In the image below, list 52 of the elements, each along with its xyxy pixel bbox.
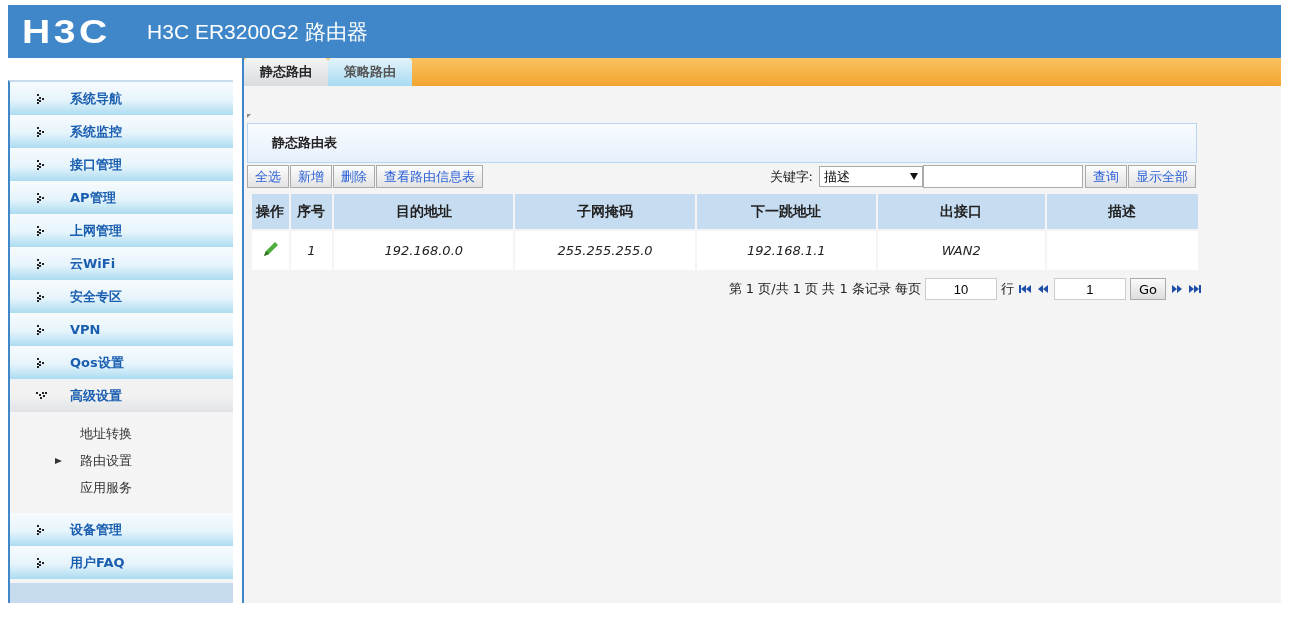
toolbar-button[interactable]: 查看路由信息表	[376, 165, 483, 188]
sidebar-item[interactable]: 接口管理	[10, 148, 233, 181]
edit-icon	[261, 241, 279, 257]
expanded-arrow-icon	[36, 390, 50, 401]
table-cell: WAN2	[877, 231, 1045, 270]
sidebar-item[interactable]: 设备管理	[10, 513, 233, 546]
sidebar-item[interactable]: AP管理	[10, 181, 233, 214]
corner-mark-icon	[247, 114, 251, 118]
submenu-item[interactable]: 应用服务	[10, 474, 233, 501]
panel-title: 静态路由表	[272, 134, 337, 152]
first-page-icon[interactable]	[1017, 284, 1032, 294]
table-cell: 192.168.1.1	[696, 231, 876, 270]
rows-label: 行	[1000, 280, 1014, 298]
sidebar-item[interactable]: 安全专区	[10, 280, 233, 313]
column-header: 描述	[1046, 194, 1198, 229]
column-header: 操作	[252, 194, 289, 229]
table-cell: 255.255.255.0	[515, 231, 695, 270]
sidebar-item[interactable]: 云WiFi	[10, 247, 233, 280]
column-header: 子网掩码	[515, 194, 695, 229]
tab[interactable]: 策略路由	[328, 58, 412, 86]
column-header: 下一跳地址	[696, 194, 876, 229]
table-cell: 192.168.0.0	[334, 231, 514, 270]
keyword-label: 关键字:	[769, 167, 813, 186]
page-summary: 第 1 页/共 1 页 共 1 条记录 每页	[728, 280, 921, 298]
column-header: 目的地址	[334, 194, 514, 229]
sidebar-item[interactable]: VPN	[10, 313, 233, 346]
caret-icon	[910, 173, 918, 180]
last-page-icon[interactable]	[1188, 284, 1202, 294]
tab[interactable]: 静态路由	[244, 58, 328, 86]
search-field[interactable]	[923, 165, 1083, 188]
rows-per-page-field[interactable]: 10	[924, 278, 997, 300]
column-header: 出接口	[877, 194, 1045, 229]
toolbar-button[interactable]: 全选	[247, 165, 289, 188]
sidebar-item[interactable]: 用户FAQ	[10, 546, 233, 579]
table-cell: 1	[290, 231, 333, 270]
sidebar-item[interactable]: 系统监控	[10, 115, 233, 148]
page-number-field[interactable]: 1	[1053, 278, 1126, 300]
sidebar-item[interactable]: Qos设置	[10, 346, 233, 379]
app-title: H3C ER3200G2 路由器	[147, 18, 368, 45]
sidebar-item[interactable]: 系统导航	[10, 82, 233, 115]
submenu-item[interactable]: 地址转换	[10, 420, 233, 447]
next-page-icon[interactable]	[1170, 284, 1184, 294]
search-button[interactable]: 查询	[1085, 165, 1127, 188]
column-header: 序号	[290, 194, 333, 229]
logo: H3C	[22, 12, 111, 51]
go-button[interactable]: Go	[1129, 278, 1166, 300]
search-button[interactable]: 显示全部	[1128, 165, 1196, 188]
keyword-select[interactable]: 描述	[819, 166, 923, 187]
sidebar-item[interactable]: 上网管理	[10, 214, 233, 247]
toolbar-button[interactable]: 删除	[333, 165, 375, 188]
toolbar-button[interactable]: 新增	[290, 165, 332, 188]
submenu-item[interactable]: 路由设置	[10, 447, 233, 474]
